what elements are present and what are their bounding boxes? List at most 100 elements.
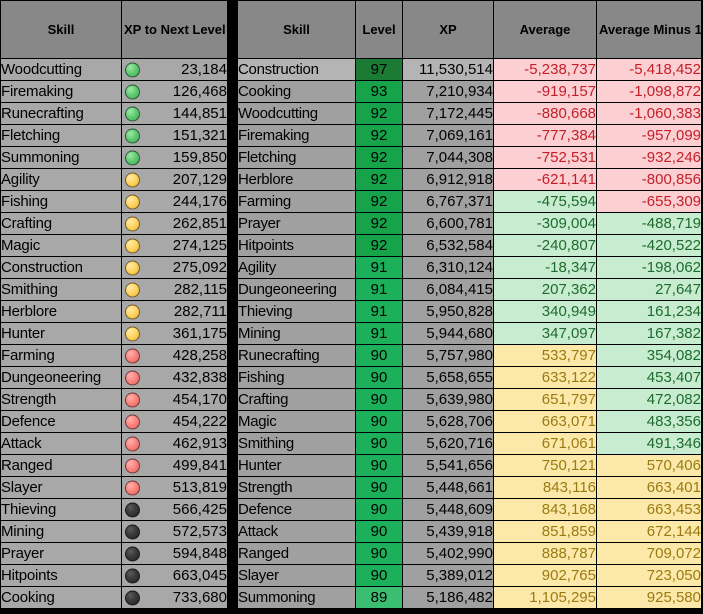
- left-skill-name: Woodcutting: [0, 58, 122, 81]
- right-skill-name: Woodcutting: [237, 102, 356, 125]
- right-average-minus-cell: 723,050: [596, 564, 702, 587]
- status-dot-red-icon: [125, 414, 140, 429]
- table-row: Magic 90 5,628,706 663,071 483,356: [237, 410, 702, 433]
- table-row: Farming 92 6,767,371 -475,594 -655,309: [237, 190, 702, 213]
- right-average-cell: -240,807: [493, 234, 597, 257]
- skill-comparison-tables: Skill XP to Next Level Woodcutting 23,184…: [0, 0, 703, 614]
- status-dot-dark-icon: [125, 568, 140, 583]
- left-header-row: Skill XP to Next Level: [0, 0, 228, 59]
- table-row: Magic 274,125: [0, 234, 228, 257]
- right-header-average[interactable]: Average: [493, 0, 597, 59]
- skill-xp-average-table-container: Skill Level XP Average Average Minus 1st…: [237, 0, 702, 609]
- right-header-xp[interactable]: XP: [402, 0, 494, 59]
- status-dot-yellow-icon: [125, 216, 140, 231]
- table-row: Cooking 93 7,210,934 -919,157 -1,098,872: [237, 80, 702, 103]
- table-row: Hitpoints 663,045: [0, 564, 228, 587]
- right-skill-name: Farming: [237, 190, 356, 213]
- left-skill-name: Ranged: [0, 454, 122, 477]
- left-skill-name: Construction: [0, 256, 122, 279]
- right-xp-cell: 7,044,308: [402, 146, 494, 169]
- right-average-cell: 533,797: [493, 344, 597, 367]
- table-row: Cooking 733,680: [0, 586, 228, 609]
- left-xp-to-next-cell: 572,573: [121, 520, 228, 543]
- table-row: Hunter 361,175: [0, 322, 228, 345]
- left-skill-name: Strength: [0, 388, 122, 411]
- right-skill-name: Attack: [237, 520, 356, 543]
- right-xp-cell: 6,912,918: [402, 168, 494, 191]
- right-level-cell: 90: [355, 366, 403, 389]
- right-skill-name: Strength: [237, 476, 356, 499]
- right-average-cell: 671,061: [493, 432, 597, 455]
- right-header-average-minus[interactable]: Average Minus 1st/last: [596, 0, 702, 59]
- right-average-minus-cell: 354,082: [596, 344, 702, 367]
- left-xp-to-next-cell: 274,125: [121, 234, 228, 257]
- table-row: Strength 454,170: [0, 388, 228, 411]
- table-row: Crafting 90 5,639,980 651,797 472,082: [237, 388, 702, 411]
- left-xp-to-next-cell: 733,680: [121, 586, 228, 609]
- right-xp-cell: 5,448,609: [402, 498, 494, 521]
- table-row: Agility 91 6,310,124 -18,347 -198,062: [237, 256, 702, 279]
- left-skill-name: Mining: [0, 520, 122, 543]
- table-row: Fishing 244,176: [0, 190, 228, 213]
- right-xp-cell: 5,541,656: [402, 454, 494, 477]
- right-table-body: Construction 97 11,530,514 -5,238,737 -5,418…: [237, 58, 702, 609]
- right-average-cell: 207,362: [493, 278, 597, 301]
- right-average-cell: 843,116: [493, 476, 597, 499]
- status-dot-red-icon: [125, 370, 140, 385]
- right-level-cell: 90: [355, 410, 403, 433]
- table-row: Crafting 262,851: [0, 212, 228, 235]
- table-row: Construction 275,092: [0, 256, 228, 279]
- right-skill-name: Defence: [237, 498, 356, 521]
- left-xp-to-next-cell: 462,913: [121, 432, 228, 455]
- left-header-skill[interactable]: Skill: [0, 0, 122, 59]
- right-xp-cell: 5,639,980: [402, 388, 494, 411]
- status-dot-yellow-icon: [125, 282, 140, 297]
- status-dot-red-icon: [125, 458, 140, 473]
- right-level-cell: 92: [355, 146, 403, 169]
- table-row: Fletching 151,321: [0, 124, 228, 147]
- xp-to-next-level-table-container: Skill XP to Next Level Woodcutting 23,184…: [0, 0, 228, 609]
- status-dot-dark-icon: [125, 524, 140, 539]
- table-row: Thieving 91 5,950,828 340,949 161,234: [237, 300, 702, 323]
- left-xp-to-next-value: 454,222: [172, 412, 227, 430]
- right-skill-name: Cooking: [237, 80, 356, 103]
- table-row: Slayer 90 5,389,012 902,765 723,050: [237, 564, 702, 587]
- left-skill-name: Firemaking: [0, 80, 122, 103]
- left-xp-to-next-cell: 207,129: [121, 168, 228, 191]
- left-header-xp-to-next-level[interactable]: XP to Next Level: [121, 0, 228, 59]
- right-average-minus-cell: -932,246: [596, 146, 702, 169]
- right-average-cell: 633,122: [493, 366, 597, 389]
- left-xp-to-next-cell: 454,170: [121, 388, 228, 411]
- table-row: Woodcutting 23,184: [0, 58, 228, 81]
- right-xp-cell: 6,310,124: [402, 256, 494, 279]
- right-average-cell: 340,949: [493, 300, 597, 323]
- right-level-cell: 92: [355, 124, 403, 147]
- status-dot-green-icon: [125, 128, 140, 143]
- right-level-cell: 91: [355, 300, 403, 323]
- table-row: Prayer 92 6,600,781 -309,004 -488,719: [237, 212, 702, 235]
- left-skill-name: Fletching: [0, 124, 122, 147]
- status-dot-dark-icon: [125, 502, 140, 517]
- status-dot-green-icon: [125, 106, 140, 121]
- right-average-minus-cell: 491,346: [596, 432, 702, 455]
- table-row: Firemaking 126,468: [0, 80, 228, 103]
- right-skill-name: Thieving: [237, 300, 356, 323]
- right-header-skill[interactable]: Skill: [237, 0, 356, 59]
- right-xp-cell: 6,084,415: [402, 278, 494, 301]
- status-dot-yellow-icon: [125, 194, 140, 209]
- table-row: Runecrafting 90 5,757,980 533,797 354,082: [237, 344, 702, 367]
- right-average-minus-cell: 483,356: [596, 410, 702, 433]
- right-average-minus-cell: 709,072: [596, 542, 702, 565]
- right-xp-cell: 5,658,655: [402, 366, 494, 389]
- table-row: Hitpoints 92 6,532,584 -240,807 -420,522: [237, 234, 702, 257]
- status-dot-yellow-icon: [125, 260, 140, 275]
- table-row: Fishing 90 5,658,655 633,122 453,407: [237, 366, 702, 389]
- right-average-minus-cell: 663,401: [596, 476, 702, 499]
- right-header-row: Skill Level XP Average Average Minus 1st…: [237, 0, 702, 59]
- right-level-cell: 90: [355, 498, 403, 521]
- table-row: Farming 428,258: [0, 344, 228, 367]
- status-dot-yellow-icon: [125, 326, 140, 341]
- xp-to-next-level-table: Skill XP to Next Level Woodcutting 23,184…: [0, 0, 228, 609]
- right-header-level[interactable]: Level: [355, 0, 403, 59]
- right-skill-name: Prayer: [237, 212, 356, 235]
